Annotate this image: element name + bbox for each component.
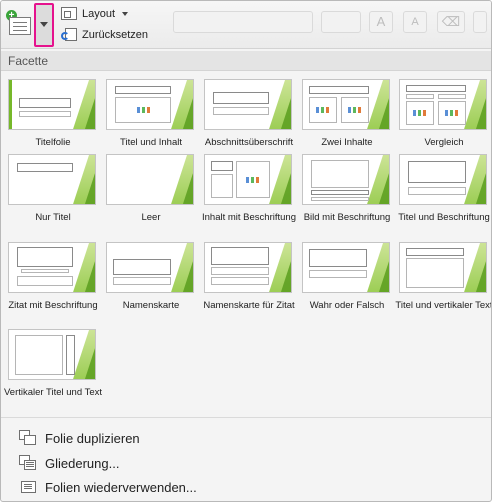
menu-divider xyxy=(1,417,491,418)
layout-label: Bild mit Beschriftung xyxy=(303,212,391,223)
reuse-slides-item[interactable]: Folien wiederverwenden... xyxy=(19,477,197,497)
new-slide-button[interactable]: + xyxy=(4,5,34,41)
layout-label: Zitat mit Beschriftung xyxy=(8,300,98,311)
layout-label: Zwei Inhalte xyxy=(321,137,373,148)
layout-thumbnail xyxy=(204,242,292,293)
outline-label: Gliederung... xyxy=(45,455,120,471)
reset-icon xyxy=(61,28,77,42)
font-name-box xyxy=(173,11,313,33)
layout-thumbnail xyxy=(106,242,194,293)
layout-thumbnail xyxy=(106,154,194,205)
layout-label: Nur Titel xyxy=(35,212,71,223)
reuse-slides-icon xyxy=(19,479,37,495)
layout-thumbnail xyxy=(302,79,390,130)
layout-thumbnail xyxy=(399,242,487,293)
layout-thumbnail xyxy=(204,79,292,130)
layout-label: Titel und Beschriftung xyxy=(398,212,490,223)
ribbon-overflow xyxy=(473,11,487,33)
layout-label: Titel und Inhalt xyxy=(120,137,182,148)
duplicate-slide-label: Folie duplizieren xyxy=(45,430,140,446)
clear-format-icon: ⌫ xyxy=(437,11,465,33)
new-slide-dropdown: + Layout Zurücksetzen A A ⌫ Facette Tite… xyxy=(0,0,492,502)
shrink-font-button: A xyxy=(403,11,427,33)
layout-label: Vergleich xyxy=(424,137,464,148)
layout-label: Namenskarte xyxy=(122,300,180,311)
reset-button[interactable]: Zurücksetzen xyxy=(61,28,148,42)
layout-thumbnail xyxy=(8,79,96,130)
outline-icon xyxy=(19,455,37,471)
layout-thumbnail xyxy=(8,154,96,205)
layout-thumbnail xyxy=(106,79,194,130)
caret-down-icon xyxy=(122,11,129,16)
outline-item[interactable]: Gliederung... xyxy=(19,453,119,473)
duplicate-slide-icon xyxy=(19,430,37,446)
layout-icon xyxy=(61,7,77,20)
layout-gallery: Titelfolie Titel und Inhalt Abschnittsüb… xyxy=(1,75,491,415)
slide-icon xyxy=(9,17,31,35)
layout-thumbnail xyxy=(8,242,96,293)
font-size-box xyxy=(321,11,361,33)
layout-label: Inhalt mit Beschriftung xyxy=(202,212,296,223)
layout-thumbnail xyxy=(302,242,390,293)
duplicate-slide-item[interactable]: Folie duplizieren xyxy=(19,428,140,448)
grow-font-button: A xyxy=(369,11,393,33)
ribbon-toolbar: + Layout Zurücksetzen A A ⌫ xyxy=(1,1,491,49)
theme-section-header: Facette xyxy=(1,51,491,71)
layout-thumbnail xyxy=(204,154,292,205)
layout-thumbnail xyxy=(302,154,390,205)
layout-label: Vertikaler Titel und Text xyxy=(3,387,103,398)
new-slide-dropdown-arrow[interactable] xyxy=(34,3,54,47)
layout-label: Layout xyxy=(82,7,116,20)
chevron-down-icon xyxy=(40,22,48,27)
layout-label: Namenskarte für Zitat xyxy=(203,300,295,311)
layout-label: Abschnittsüberschrift xyxy=(204,137,294,148)
layout-label: Leer xyxy=(141,212,161,223)
layout-thumbnail xyxy=(8,329,96,380)
layout-label: Wahr oder Falsch xyxy=(309,300,385,311)
reuse-slides-label: Folien wiederverwenden... xyxy=(45,479,197,495)
layout-label: Titel und vertikaler Text xyxy=(395,300,492,311)
layout-thumbnail xyxy=(399,154,487,205)
reset-label: Zurücksetzen xyxy=(82,29,149,41)
layout-button[interactable]: Layout xyxy=(61,7,129,20)
layout-thumbnail xyxy=(399,79,487,130)
layout-label: Titelfolie xyxy=(35,137,71,148)
